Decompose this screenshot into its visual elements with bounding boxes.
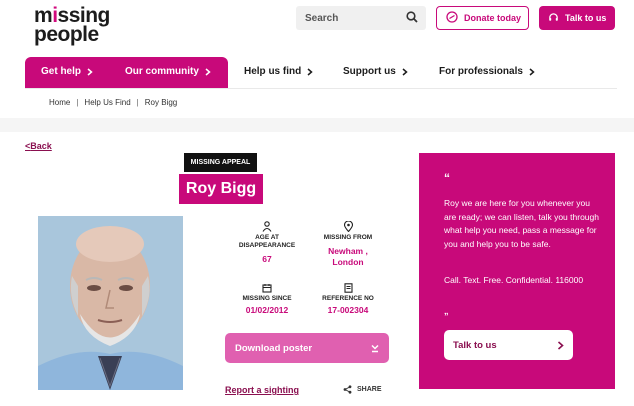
section-band xyxy=(0,118,634,132)
breadcrumb: Home | Help Us Find | Roy Bigg xyxy=(49,98,177,107)
donate-button[interactable]: Donate today xyxy=(436,6,529,30)
share-button[interactable]: SHARE xyxy=(343,385,382,394)
support-message-panel: “ Roy we are here for you whenever you a… xyxy=(419,153,615,389)
download-icon xyxy=(371,344,379,353)
breadcrumb-home[interactable]: Home xyxy=(49,98,70,107)
document-icon xyxy=(343,283,353,293)
page: missing people Search Donate today Talk … xyxy=(0,0,634,406)
breadcrumb-separator: | xyxy=(76,98,79,107)
talk-to-us-label: Talk to us xyxy=(565,13,607,23)
headset-icon xyxy=(548,12,559,25)
person-photo xyxy=(38,216,183,390)
breadcrumb-help-us-find[interactable]: Help Us Find xyxy=(84,98,130,107)
search-input[interactable]: Search xyxy=(296,6,426,30)
calendar-icon xyxy=(262,284,272,293)
age-value: 67 xyxy=(262,254,272,264)
search-icon[interactable] xyxy=(406,10,418,26)
chevron-right-icon xyxy=(402,67,408,76)
location-pin-icon xyxy=(343,221,353,232)
download-poster-button[interactable]: Download poster xyxy=(225,333,389,363)
breadcrumb-current: Roy Bigg xyxy=(144,98,178,107)
age-info: AGE AT DISAPPEARANCE 67 xyxy=(237,221,297,265)
chevron-right-icon xyxy=(205,67,211,76)
person-name: Roy Bigg xyxy=(179,174,263,204)
chevron-right-icon xyxy=(529,67,535,76)
close-quote: „ xyxy=(444,306,449,316)
talk-to-us-header-button[interactable]: Talk to us xyxy=(539,6,615,30)
report-sighting-link[interactable]: Report a sighting xyxy=(225,385,299,395)
missing-since-value: 01/02/2012 xyxy=(245,305,289,315)
missing-since-info: MISSING SINCE 01/02/2012 xyxy=(237,283,297,316)
missing-appeal-tag: MISSING APPEAL xyxy=(184,153,257,172)
missing-from-info: MISSING FROM Newham , London xyxy=(316,221,380,268)
age-label: AGE AT DISAPPEARANCE xyxy=(238,234,296,249)
download-poster-label: Download poster xyxy=(235,342,313,354)
back-link[interactable]: <Back xyxy=(25,141,52,151)
chevron-right-icon xyxy=(557,340,564,350)
nav-item-help-us-find[interactable]: Help us find xyxy=(244,66,313,77)
donate-icon xyxy=(446,11,458,25)
back-label: Back xyxy=(30,141,52,151)
search-placeholder: Search xyxy=(305,12,339,24)
chevron-right-icon xyxy=(87,67,93,76)
reference-label: REFERENCE NO xyxy=(322,295,374,302)
nav-item-get-help[interactable]: Get help xyxy=(41,66,93,77)
nav-item-support-us[interactable]: Support us xyxy=(343,66,408,77)
reference-info: REFERENCE NO 17-002304 xyxy=(316,283,380,316)
nav-item-label: Support us xyxy=(343,66,396,77)
talk-to-us-button[interactable]: Talk to us xyxy=(444,330,573,360)
nav-item-for-professionals[interactable]: For professionals xyxy=(439,66,535,77)
donate-label: Donate today xyxy=(464,13,522,23)
talk-to-us-label: Talk to us xyxy=(453,339,497,351)
breadcrumb-separator: | xyxy=(136,98,139,107)
nav-item-label: Our community xyxy=(125,66,199,77)
share-label: SHARE xyxy=(357,386,382,393)
reference-value: 17-002304 xyxy=(327,305,369,315)
person-icon xyxy=(262,221,272,232)
chevron-right-icon xyxy=(307,67,313,76)
logo-line-2: people xyxy=(34,23,99,46)
nav-item-our-community[interactable]: Our community xyxy=(125,66,211,77)
open-quote: “ xyxy=(444,171,450,185)
contact-line: Call. Text. Free. Confidential. 116000 xyxy=(444,275,584,285)
missing-from-label: MISSING FROM xyxy=(323,234,373,241)
nav-item-label: For professionals xyxy=(439,66,523,77)
nav-item-label: Get help xyxy=(41,66,82,77)
missing-people-logo[interactable]: missing people xyxy=(34,5,110,46)
support-message: Roy we are here for you whenever you are… xyxy=(444,198,599,249)
missing-from-value: Newham , London xyxy=(328,246,368,267)
nav-item-label: Help us find xyxy=(244,66,302,77)
missing-since-label: MISSING SINCE xyxy=(242,295,292,302)
share-icon xyxy=(343,385,352,394)
nav-divider xyxy=(25,88,617,89)
